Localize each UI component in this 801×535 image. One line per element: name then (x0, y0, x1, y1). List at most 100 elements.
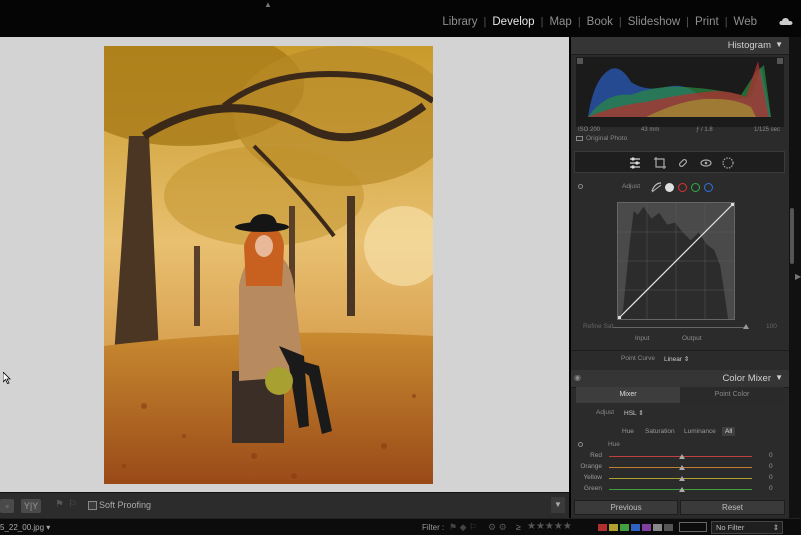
point-curve-dropdown[interactable]: Linear ⇕ (664, 355, 689, 363)
parametric-curve-icon[interactable] (651, 182, 662, 193)
tone-adjust-label: Adjust (622, 183, 641, 190)
slider-yellow[interactable]: Yellow 0 (571, 474, 789, 484)
mixer-adjust-dropdown[interactable]: HSL ⇕ (624, 409, 644, 417)
mixer-adjust-value: HSL (624, 410, 637, 417)
collapse-triangle-icon[interactable]: ▼ (775, 40, 783, 49)
refine-saturation-value: 100 (766, 323, 777, 330)
before-after-button[interactable]: Y|Y (21, 499, 41, 513)
module-develop[interactable]: Develop (486, 16, 540, 28)
rating-filter[interactable]: ★★★★★ (527, 521, 572, 532)
red-label-swatch[interactable] (598, 524, 607, 531)
module-map[interactable]: Map (543, 16, 577, 28)
module-book[interactable]: Book (581, 16, 619, 28)
red-channel-icon[interactable] (678, 183, 687, 192)
collapse-right-panel-icon[interactable]: ▶ (795, 272, 801, 281)
green-label-swatch[interactable] (620, 524, 629, 531)
slider-green[interactable]: Green 0 (571, 485, 789, 495)
collapse-triangle-icon[interactable]: ▼ (775, 373, 783, 382)
slider-label: Yellow (583, 474, 602, 481)
original-photo-toggle[interactable]: Original Photo (576, 135, 627, 142)
mouse-cursor-icon (3, 372, 11, 384)
target-adjust-icon[interactable] (578, 442, 583, 447)
slider-label: Red (590, 452, 602, 459)
no-label-swatch[interactable] (664, 524, 673, 531)
flag-icon[interactable]: ⚑ (55, 499, 64, 510)
scrollbar-thumb[interactable] (790, 208, 794, 264)
checkbox[interactable] (576, 135, 583, 141)
original-photo-label: Original Photo (586, 135, 628, 142)
healing-icon[interactable] (676, 156, 690, 170)
top-module-bar: ▲ Library | Develop | Map | Book | Slideshow… (0, 0, 801, 37)
rating-comparator-icon[interactable]: ≥ (516, 522, 521, 532)
tab-point-color[interactable]: Point Color (680, 387, 784, 403)
refine-saturation-label: Refine Sat. (583, 323, 616, 330)
yellow-label-swatch[interactable] (609, 524, 618, 531)
edit-sliders-icon[interactable] (628, 156, 642, 170)
module-print[interactable]: Print (689, 16, 725, 28)
collapse-top-panel-icon[interactable]: ▲ (264, 0, 272, 9)
toolbar-menu-button[interactable]: ▼ (551, 497, 565, 513)
cloud-sync-icon[interactable] (779, 17, 793, 26)
green-channel-icon[interactable] (691, 183, 700, 192)
red-eye-icon[interactable] (699, 156, 713, 170)
filter-preset-value: No Filter (716, 523, 745, 532)
view-mode-button[interactable]: ▫ (0, 499, 14, 513)
custom-label-swatch[interactable] (653, 524, 662, 531)
module-slideshow[interactable]: Slideshow (622, 16, 686, 28)
filename[interactable]: 5_22_00.jpg ▾ (0, 523, 50, 532)
right-panel: Histogram ▼ ISO 200 43 mm ƒ / 1.8 1/125 … (571, 37, 789, 518)
tab-mixer[interactable]: Mixer (576, 387, 680, 403)
curve-output-label: Output (682, 335, 702, 342)
histogram-graph[interactable] (576, 57, 784, 127)
target-adjust-icon[interactable] (578, 184, 583, 189)
refine-saturation-slider[interactable] (613, 327, 745, 328)
aperture: ƒ / 1.8 (696, 127, 713, 133)
purple-label-swatch[interactable] (642, 524, 651, 531)
slider-red[interactable]: Red 0 (571, 452, 789, 462)
tone-curve-graph[interactable] (617, 202, 735, 320)
slider-knob[interactable] (679, 454, 685, 459)
point-curve-value: Linear (664, 356, 683, 363)
histogram-header[interactable]: Histogram ▼ (571, 37, 789, 55)
slider-knob[interactable] (679, 465, 685, 470)
slider-orange[interactable]: Orange 0 (571, 463, 789, 473)
filter-lock-icon[interactable] (679, 522, 707, 532)
slider-knob[interactable] (679, 476, 685, 481)
blue-channel-icon[interactable] (704, 183, 713, 192)
dropdown-arrows-icon: ⇕ (772, 523, 779, 532)
color-mixer-title: Color Mixer (722, 373, 771, 384)
module-picker: Library | Develop | Map | Book | Slideshow | … (436, 16, 763, 28)
slider-knob[interactable] (679, 487, 685, 492)
reject-flag-icon[interactable]: ⚐ (68, 499, 77, 510)
rgb-channel-icon[interactable] (665, 183, 674, 192)
blue-label-swatch[interactable] (631, 524, 640, 531)
previous-button[interactable]: Previous (574, 500, 678, 515)
photo-canvas[interactable] (0, 37, 569, 492)
filter-label: Filter : (422, 523, 445, 532)
develop-tool-strip (574, 151, 785, 173)
tab-all[interactable]: All (722, 427, 736, 436)
tab-saturation[interactable]: Saturation (642, 427, 678, 436)
tab-hue[interactable]: Hue (619, 427, 637, 436)
refine-saturation-knob[interactable] (743, 324, 749, 329)
iso-value: ISO 200 (578, 127, 601, 133)
slider-label: Orange (580, 463, 602, 470)
mixer-tabs: Mixer Point Color (576, 387, 784, 403)
filter-preset-dropdown[interactable]: No Filter ⇕ (711, 521, 783, 534)
soft-proofing-checkbox[interactable] (88, 501, 97, 510)
masking-icon[interactable] (721, 156, 735, 170)
soft-proofing-label: Soft Proofing (99, 500, 152, 510)
module-web[interactable]: Web (728, 16, 763, 28)
reset-button[interactable]: Reset (680, 500, 785, 515)
slider-value: 0 (769, 463, 773, 470)
edit-filter-icon[interactable]: ⚙ ⚙ (488, 522, 507, 533)
crop-icon[interactable] (653, 156, 667, 170)
hue-group-label: Hue (608, 441, 620, 448)
point-curve-label: Point Curve (621, 355, 655, 362)
tab-luminance[interactable]: Luminance (681, 427, 719, 436)
eye-toggle-icon[interactable]: ◉ (574, 373, 581, 382)
module-library[interactable]: Library (436, 16, 483, 28)
color-mixer-header[interactable]: ◉ Color Mixer ▼ (571, 370, 789, 388)
slider-label: Green (583, 485, 602, 492)
flag-filter-icon[interactable]: ⚑ ◆ ⚐ (449, 522, 477, 533)
